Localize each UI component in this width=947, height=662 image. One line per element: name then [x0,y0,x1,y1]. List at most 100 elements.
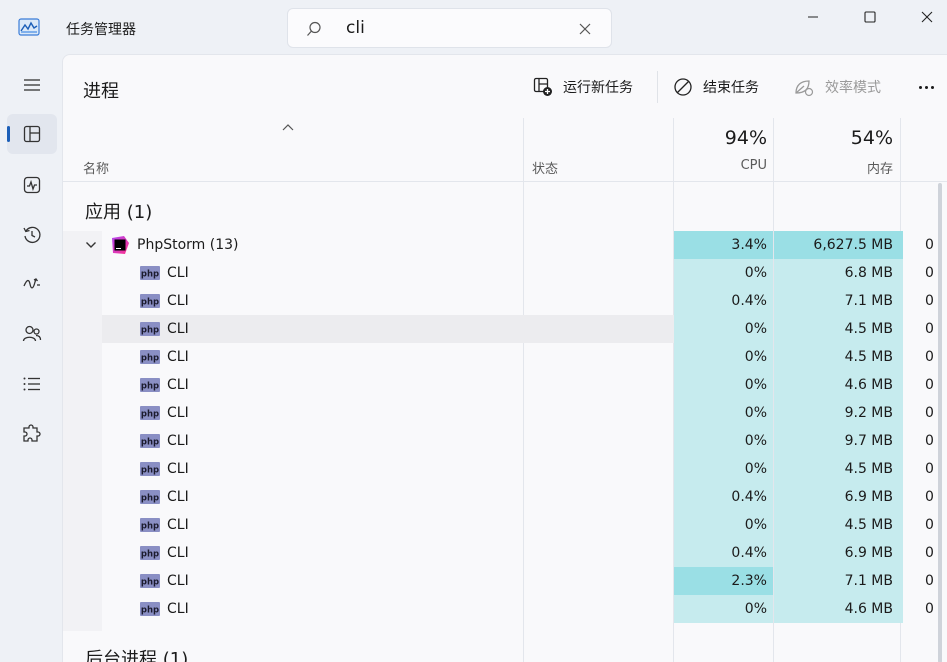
svg-text:php: php [141,270,159,280]
process-memory: 7.1 MB [774,567,899,595]
section-background-title: 后台进程 (1) [85,649,189,662]
table-row[interactable]: php CLI 0% 4.5 MB 0 [63,315,947,343]
php-icon: php [140,294,160,308]
php-icon: php [140,322,160,336]
process-cpu: 2.3% [674,567,773,595]
processes-icon [23,125,41,143]
process-group-row[interactable]: PhpStorm (13) 3.4% 6,627.5 MB 0 [63,231,947,259]
heat-fill [899,371,903,399]
nav-item-performance[interactable] [7,165,57,205]
svg-text:php: php [141,354,159,364]
process-name: CLI [167,293,189,309]
process-extra-value: 0 [925,461,934,477]
toolbar-divider [657,71,658,103]
sort-ascending-icon[interactable] [281,122,295,132]
more-dot [930,85,934,89]
maximize-button[interactable] [850,4,890,30]
process-cpu: 0.4% [674,539,773,567]
column-header-name[interactable]: 名称 [83,158,109,177]
process-group-cpu: 3.4% [674,231,773,259]
nav-item-users[interactable] [7,314,57,354]
heat-fill [899,511,903,539]
heat-fill [899,399,903,427]
process-name: CLI [167,265,189,281]
menu-icon [24,79,40,91]
svg-text:php: php [141,522,159,532]
chevron-down-icon[interactable] [85,240,97,250]
table-row[interactable]: php CLI 0% 4.5 MB 0 [63,511,947,539]
process-name: CLI [167,461,189,477]
process-cpu: 0% [674,259,773,287]
process-cpu: 0% [674,315,773,343]
details-icon [23,377,40,391]
end-task-label: 结束任务 [703,80,759,96]
services-icon [23,424,41,442]
more-dot [918,85,922,89]
php-icon: php [140,602,160,616]
column-header-memory-percent[interactable]: 54% [774,127,893,149]
process-memory: 6.9 MB [774,483,899,511]
clear-search-icon[interactable] [577,21,593,37]
phpstorm-icon [112,236,129,254]
search-box[interactable] [287,8,612,48]
table-row[interactable]: php CLI 0.4% 6.9 MB 0 [63,483,947,511]
efficiency-mode-button[interactable]: 效率模式 [793,75,881,99]
column-header-cpu[interactable]: CPU [674,158,767,173]
close-icon [921,11,933,23]
nav-item-startup-apps[interactable] [7,264,57,304]
table-row[interactable]: php CLI 0% 4.5 MB 0 [63,343,947,371]
process-name: CLI [167,377,189,393]
table-row[interactable]: php CLI 0% 4.6 MB 0 [63,371,947,399]
active-indicator [7,126,10,142]
process-extra-value: 0 [925,433,934,449]
table-row[interactable]: php CLI 2.3% 7.1 MB 0 [63,567,947,595]
heat-fill [899,231,903,259]
process-memory: 7.1 MB [774,287,899,315]
nav-item-services[interactable] [7,414,57,454]
process-memory: 9.2 MB [774,399,899,427]
table-row[interactable]: php CLI 0% 6.8 MB 0 [63,259,947,287]
table-row[interactable]: php CLI 0% 9.7 MB 0 [63,427,947,455]
vertical-scrollbar[interactable] [938,183,942,662]
process-name: CLI [167,489,189,505]
column-header-memory[interactable]: 内存 [774,158,893,177]
process-extra-value: 0 [925,545,934,561]
process-memory: 4.5 MB [774,315,899,343]
users-icon [22,325,42,342]
svg-text:php: php [141,550,159,560]
column-header-cpu-percent[interactable]: 94% [674,127,767,149]
heat-fill [899,343,903,371]
table-row[interactable]: php CLI 0.4% 7.1 MB 0 [63,287,947,315]
minimize-button[interactable] [793,4,833,30]
process-cpu: 0% [674,595,773,623]
php-icon: php [140,266,160,280]
process-name: CLI [167,545,189,561]
php-icon: php [140,546,160,560]
column-header-status[interactable]: 状态 [532,158,558,177]
end-task-icon [674,78,692,96]
nav-item-processes[interactable] [7,114,57,154]
nav-item-details[interactable] [7,364,57,404]
close-button[interactable] [907,4,947,30]
php-icon: php [140,378,160,392]
run-new-task-label: 运行新任务 [563,80,633,96]
table-row[interactable]: php CLI 0% 9.2 MB 0 [63,399,947,427]
nav-menu-toggle[interactable] [7,65,57,105]
process-extra-value: 0 [925,517,934,533]
table-row[interactable]: php CLI 0% 4.6 MB 0 [63,595,947,623]
page-title: 进程 [83,81,119,102]
process-extra-value: 0 [925,405,934,421]
more-options-button[interactable] [911,75,941,99]
nav-item-app-history[interactable] [7,215,57,255]
process-memory: 6.8 MB [774,259,899,287]
table-row[interactable]: php CLI 0.4% 6.9 MB 0 [63,539,947,567]
process-extra-value: 0 [925,265,934,281]
process-memory: 4.5 MB [774,455,899,483]
end-task-button[interactable]: 结束任务 [673,75,759,99]
run-new-task-button[interactable]: 运行新任务 [533,75,633,99]
heat-fill [899,455,903,483]
process-group-name: PhpStorm (13) [137,237,239,253]
task-manager-logo-icon [18,18,40,36]
search-input[interactable] [346,17,566,39]
table-row[interactable]: php CLI 0% 4.5 MB 0 [63,455,947,483]
